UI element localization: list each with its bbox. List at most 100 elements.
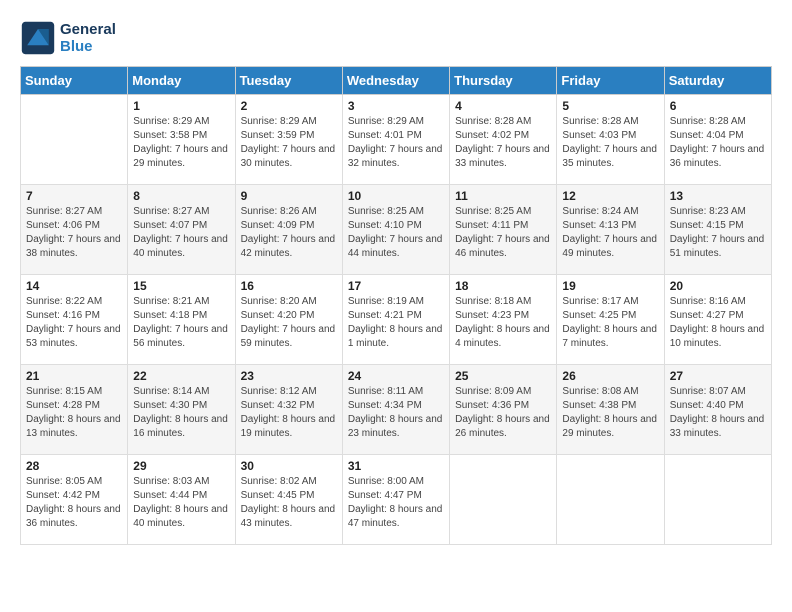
calendar-cell: 30 Sunrise: 8:02 AMSunset: 4:45 PMDayligh… (235, 455, 342, 545)
day-info: Sunrise: 8:05 AMSunset: 4:42 PMDaylight:… (26, 475, 122, 531)
day-info: Sunrise: 8:24 AMSunset: 4:13 PMDaylight:… (562, 205, 658, 261)
day-number: 2 (241, 99, 337, 113)
day-info: Sunrise: 8:03 AMSunset: 4:44 PMDaylight:… (133, 475, 229, 531)
day-info: Sunrise: 8:29 AMSunset: 3:58 PMDaylight:… (133, 115, 229, 171)
day-info: Sunrise: 8:07 AMSunset: 4:40 PMDaylight:… (670, 385, 766, 441)
day-number: 11 (455, 189, 551, 203)
day-number: 17 (348, 279, 444, 293)
day-info: Sunrise: 8:27 AMSunset: 4:07 PMDaylight:… (133, 205, 229, 261)
calendar-cell: 2 Sunrise: 8:29 AMSunset: 3:59 PMDaylight… (235, 95, 342, 185)
calendar-cell: 28 Sunrise: 8:05 AMSunset: 4:42 PMDayligh… (21, 455, 128, 545)
weekday-header-row: SundayMondayTuesdayWednesdayThursdayFrid… (21, 67, 772, 95)
day-number: 4 (455, 99, 551, 113)
logo-icon (20, 20, 56, 56)
day-info: Sunrise: 8:29 AMSunset: 4:01 PMDaylight:… (348, 115, 444, 171)
day-info: Sunrise: 8:23 AMSunset: 4:15 PMDaylight:… (670, 205, 766, 261)
day-info: Sunrise: 8:14 AMSunset: 4:30 PMDaylight:… (133, 385, 229, 441)
day-info: Sunrise: 8:26 AMSunset: 4:09 PMDaylight:… (241, 205, 337, 261)
calendar-cell: 7Sunrise: 8:27 AMSunset: 4:06 PMDaylight… (21, 185, 128, 275)
weekday-header: Friday (557, 67, 664, 95)
calendar-cell: 15 Sunrise: 8:21 AMSunset: 4:18 PMDayligh… (128, 275, 235, 365)
calendar-cell (21, 95, 128, 185)
day-info: Sunrise: 8:18 AMSunset: 4:23 PMDaylight:… (455, 295, 551, 351)
day-number: 30 (241, 459, 337, 473)
calendar-cell (664, 455, 771, 545)
day-number: 10 (348, 189, 444, 203)
day-info: Sunrise: 8:12 AMSunset: 4:32 PMDaylight:… (241, 385, 337, 441)
day-number: 19 (562, 279, 658, 293)
day-info: Sunrise: 8:08 AMSunset: 4:38 PMDaylight:… (562, 385, 658, 441)
day-number: 16 (241, 279, 337, 293)
calendar-cell: 27 Sunrise: 8:07 AMSunset: 4:40 PMDayligh… (664, 365, 771, 455)
page-header: General Blue (20, 20, 772, 56)
calendar-cell: 10 Sunrise: 8:25 AMSunset: 4:10 PMDayligh… (342, 185, 449, 275)
day-info: Sunrise: 8:22 AMSunset: 4:16 PMDaylight:… (26, 295, 122, 351)
day-number: 23 (241, 369, 337, 383)
calendar-cell: 18 Sunrise: 8:18 AMSunset: 4:23 PMDayligh… (450, 275, 557, 365)
calendar-cell: 31 Sunrise: 8:00 AMSunset: 4:47 PMDayligh… (342, 455, 449, 545)
weekday-header: Sunday (21, 67, 128, 95)
calendar-cell: 8 Sunrise: 8:27 AMSunset: 4:07 PMDaylight… (128, 185, 235, 275)
day-number: 13 (670, 189, 766, 203)
day-number: 27 (670, 369, 766, 383)
calendar-cell: 4 Sunrise: 8:28 AMSunset: 4:02 PMDaylight… (450, 95, 557, 185)
calendar-cell: 19Sunrise: 8:17 AMSunset: 4:25 PMDayligh… (557, 275, 664, 365)
day-info: Sunrise: 8:15 AMSunset: 4:28 PMDaylight:… (26, 385, 122, 441)
calendar-cell: 26 Sunrise: 8:08 AMSunset: 4:38 PMDayligh… (557, 365, 664, 455)
calendar-cell: 3 Sunrise: 8:29 AMSunset: 4:01 PMDaylight… (342, 95, 449, 185)
weekday-header: Tuesday (235, 67, 342, 95)
calendar-cell: 16 Sunrise: 8:20 AMSunset: 4:20 PMDayligh… (235, 275, 342, 365)
calendar-cell: 5 Sunrise: 8:28 AMSunset: 4:03 PMDaylight… (557, 95, 664, 185)
day-number: 1 (133, 99, 229, 113)
calendar-cell: 29Sunrise: 8:03 AMSunset: 4:44 PMDayligh… (128, 455, 235, 545)
day-info: Sunrise: 8:25 AMSunset: 4:10 PMDaylight:… (348, 205, 444, 261)
calendar-cell: 21Sunrise: 8:15 AMSunset: 4:28 PMDayligh… (21, 365, 128, 455)
calendar-week-row: 21Sunrise: 8:15 AMSunset: 4:28 PMDayligh… (21, 365, 772, 455)
day-info: Sunrise: 8:11 AMSunset: 4:34 PMDaylight:… (348, 385, 444, 441)
calendar-cell: 13 Sunrise: 8:23 AMSunset: 4:15 PMDayligh… (664, 185, 771, 275)
calendar-week-row: 14Sunrise: 8:22 AMSunset: 4:16 PMDayligh… (21, 275, 772, 365)
day-info: Sunrise: 8:09 AMSunset: 4:36 PMDaylight:… (455, 385, 551, 441)
day-info: Sunrise: 8:28 AMSunset: 4:03 PMDaylight:… (562, 115, 658, 171)
calendar-cell: 6 Sunrise: 8:28 AMSunset: 4:04 PMDaylight… (664, 95, 771, 185)
calendar-table: SundayMondayTuesdayWednesdayThursdayFrid… (20, 66, 772, 545)
calendar-cell: 12 Sunrise: 8:24 AMSunset: 4:13 PMDayligh… (557, 185, 664, 275)
day-number: 15 (133, 279, 229, 293)
calendar-cell (450, 455, 557, 545)
weekday-header: Monday (128, 67, 235, 95)
day-number: 9 (241, 189, 337, 203)
calendar-week-row: 7Sunrise: 8:27 AMSunset: 4:06 PMDaylight… (21, 185, 772, 275)
calendar-cell: 9 Sunrise: 8:26 AMSunset: 4:09 PMDaylight… (235, 185, 342, 275)
calendar-cell (557, 455, 664, 545)
day-number: 31 (348, 459, 444, 473)
day-info: Sunrise: 8:25 AMSunset: 4:11 PMDaylight:… (455, 205, 551, 261)
calendar-cell: 22 Sunrise: 8:14 AMSunset: 4:30 PMDayligh… (128, 365, 235, 455)
day-number: 18 (455, 279, 551, 293)
calendar-week-row: 1 Sunrise: 8:29 AMSunset: 3:58 PMDaylight… (21, 95, 772, 185)
day-info: Sunrise: 8:02 AMSunset: 4:45 PMDaylight:… (241, 475, 337, 531)
day-number: 28 (26, 459, 122, 473)
day-info: Sunrise: 8:28 AMSunset: 4:04 PMDaylight:… (670, 115, 766, 171)
calendar-week-row: 28 Sunrise: 8:05 AMSunset: 4:42 PMDayligh… (21, 455, 772, 545)
weekday-header: Thursday (450, 67, 557, 95)
calendar-cell: 17 Sunrise: 8:19 AMSunset: 4:21 PMDayligh… (342, 275, 449, 365)
day-number: 26 (562, 369, 658, 383)
day-info: Sunrise: 8:20 AMSunset: 4:20 PMDaylight:… (241, 295, 337, 351)
day-number: 6 (670, 99, 766, 113)
day-info: Sunrise: 8:21 AMSunset: 4:18 PMDaylight:… (133, 295, 229, 351)
day-number: 3 (348, 99, 444, 113)
day-info: Sunrise: 8:29 AMSunset: 3:59 PMDaylight:… (241, 115, 337, 171)
calendar-cell: 23 Sunrise: 8:12 AMSunset: 4:32 PMDayligh… (235, 365, 342, 455)
logo: General Blue (20, 20, 116, 56)
calendar-cell: 1 Sunrise: 8:29 AMSunset: 3:58 PMDaylight… (128, 95, 235, 185)
day-number: 12 (562, 189, 658, 203)
day-info: Sunrise: 8:00 AMSunset: 4:47 PMDaylight:… (348, 475, 444, 531)
calendar-cell: 24Sunrise: 8:11 AMSunset: 4:34 PMDayligh… (342, 365, 449, 455)
day-info: Sunrise: 8:19 AMSunset: 4:21 PMDaylight:… (348, 295, 444, 351)
calendar-cell: 14Sunrise: 8:22 AMSunset: 4:16 PMDayligh… (21, 275, 128, 365)
day-info: Sunrise: 8:28 AMSunset: 4:02 PMDaylight:… (455, 115, 551, 171)
weekday-header: Saturday (664, 67, 771, 95)
day-number: 8 (133, 189, 229, 203)
day-number: 22 (133, 369, 229, 383)
day-number: 5 (562, 99, 658, 113)
